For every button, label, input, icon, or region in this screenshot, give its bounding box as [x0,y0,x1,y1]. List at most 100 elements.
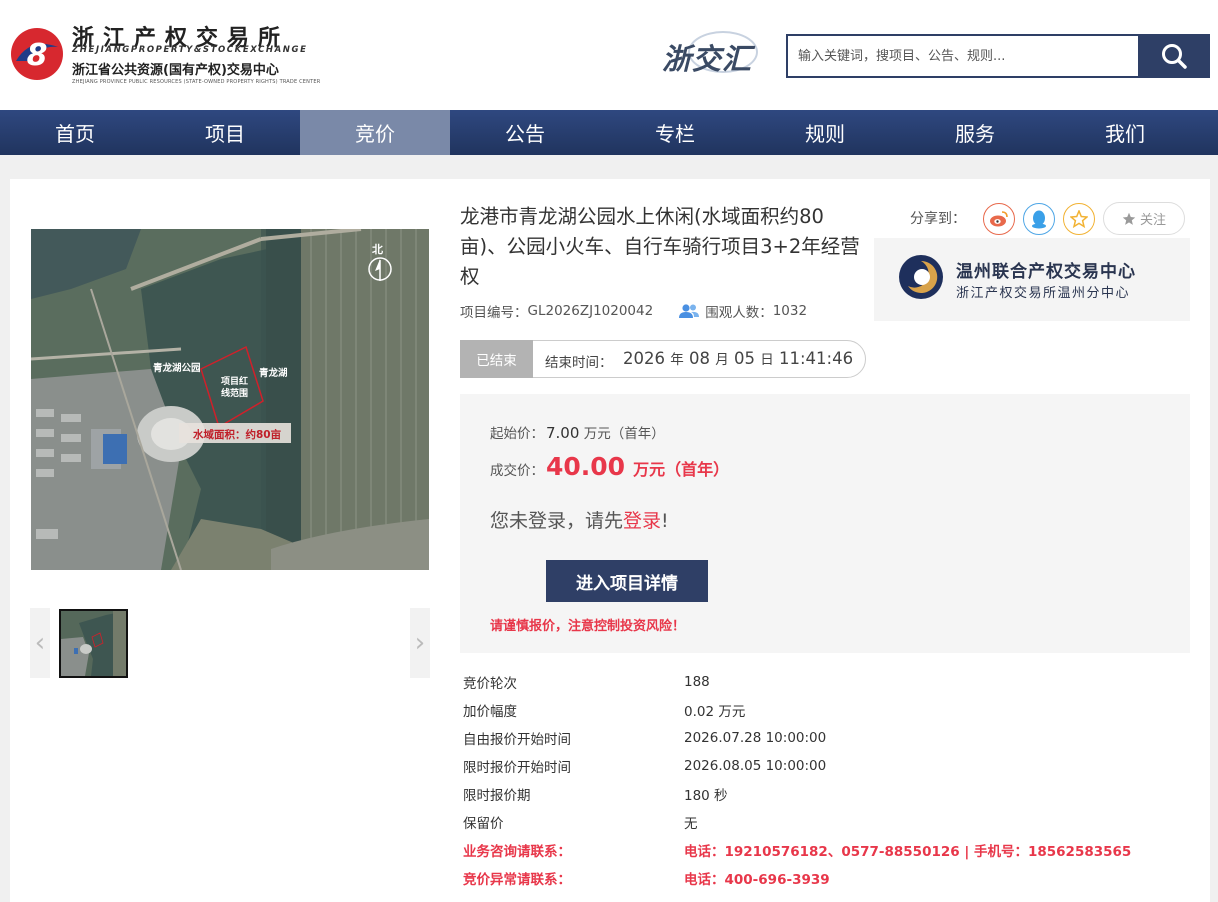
login-prompt: 您未登录，请先登录! [490,506,669,533]
info-key: 加价幅度 [463,704,517,720]
thumb-prev-button[interactable]: ‹ [30,608,50,678]
project-main-image[interactable]: 北 青龙湖公园 青龙湖 项目红 线范围 水域面积：约80亩 [31,229,429,570]
star-icon [1122,212,1136,225]
thumbnail-1[interactable] [59,609,128,678]
nav-bidding[interactable]: 竞价 [300,110,450,155]
views-label: 围观人数： [705,305,773,321]
start-price-label: 起始价： [490,426,544,442]
price-box: 起始价： 7.00 万元（首年） 成交价： 40.00 万元（首年） 您未登录，请… [460,394,1190,653]
thumb-next-button[interactable]: › [410,608,430,678]
follow-button[interactable]: 关注 [1103,202,1185,235]
info-row: 保留价 无 [463,808,1183,836]
logo-subtitle: 浙江省公共资源(国有产权)交易中心 [72,63,279,78]
project-code-label: 项目编号： [460,305,528,321]
main-nav: 首页 项目 竞价 公告 专栏 规则 服务 我们 [0,110,1218,155]
info-value: 2026.08.05 10:00:00 [684,758,827,774]
deal-price-value: 40.00 [546,452,626,481]
contact-phone-business[interactable]: 电话：19210576182、0577-88550126 | 手机号：18562… [684,840,1131,860]
start-price: 起始价： 7.00 万元（首年） [490,422,665,442]
brand-zjh[interactable]: 浙交汇 [662,36,752,78]
map-boundary-label-2: 线范围 [221,389,249,399]
thumbnail-strip: ‹ › [30,608,430,678]
org-name: 温州联合产权交易中心 [956,262,1136,282]
contact-row-support: 竞价异常请联系： 电话：400-696-3939 [463,864,1183,892]
info-key: 自由报价开始时间 [463,732,571,748]
share-qq-button[interactable] [1023,203,1055,235]
info-key: 竞价轮次 [463,676,517,692]
users-icon [679,304,700,318]
deal-price-unit: 万元（首年） [633,460,730,479]
qzone-star-icon [1070,210,1088,228]
organization-card[interactable]: 温州联合产权交易中心 浙江产权交易所温州分中心 [874,238,1190,321]
deal-price: 成交价： 40.00 万元（首年） [490,452,729,481]
info-value: 无 [684,816,698,832]
share-label: 分享到： [910,211,966,227]
nav-services[interactable]: 服务 [900,110,1050,155]
end-day-unit: 日 [760,352,774,368]
views-value: 1032 [772,303,808,319]
nav-columns[interactable]: 专栏 [600,110,750,155]
project-meta: 项目编号： GL2026ZJ1020042 围观人数： 1032 [460,301,807,321]
end-month-unit: 月 [715,352,729,368]
login-prompt-prefix: 您未登录，请先 [490,510,624,532]
org-logo-icon [899,255,943,299]
site-header: 8 浙江产权交易所 ZHEJIANGPROPERTY&STOCKEXCHANGE… [0,0,1218,110]
start-price-value: 7.00 [546,424,580,442]
project-title: 龙港市青龙湖公园水上休闲(水域面积约80亩)、公园小火车、自行车骑行项目3+2年… [460,205,860,288]
exchange-logo-icon[interactable]: 8 [10,27,64,81]
info-row: 加价幅度 0.02 万元 [463,696,1183,724]
info-value: 2026.07.28 10:00:00 [684,730,827,746]
info-row: 竞价轮次 188 [463,668,1183,696]
deal-price-label: 成交价： [490,463,544,479]
share-qzone-button[interactable] [1063,203,1095,235]
search-box [786,34,1140,78]
info-row: 限时报价开始时间 2026.08.05 10:00:00 [463,752,1183,780]
share-weibo-button[interactable] [983,203,1015,235]
map-north-label: 北 [372,243,383,256]
end-clock: 11:41:46 [779,349,854,368]
nav-rules[interactable]: 规则 [750,110,900,155]
end-year-unit: 年 [670,352,684,368]
contact-phone-support[interactable]: 电话：400-696-3939 [684,868,830,888]
search-input[interactable] [788,36,1140,76]
info-key: 限时报价开始时间 [463,760,571,776]
start-price-unit: 万元（首年） [583,426,665,442]
views-count: 围观人数： 1032 [679,301,807,321]
info-key: 保留价 [463,816,504,832]
nav-projects[interactable]: 项目 [150,110,300,155]
weibo-icon [990,211,1008,227]
svg-text:8: 8 [27,38,48,73]
info-key: 限时报价期 [463,788,531,804]
info-row: 限时报价期 180 秒 [463,780,1183,808]
info-value: 188 [684,674,710,690]
org-subtitle: 浙江产权交易所温州分中心 [956,286,1131,301]
chevron-left-icon: ‹ [34,628,46,658]
login-link[interactable]: 登录 [623,510,661,532]
nav-about[interactable]: 我们 [1050,110,1200,155]
status-badge: 已结束 [460,340,533,378]
login-prompt-suffix: ! [661,510,669,532]
end-time-value: 2026 年 08 月 05 日 11:41:46 [623,348,853,368]
logo-subtitle-english: ZHEJIANG PROVINCE PUBLIC RESOURCES (STAT… [72,79,321,85]
info-key: 竞价异常请联系： [463,872,571,888]
end-month: 08 [689,349,710,368]
nav-announcements[interactable]: 公告 [450,110,600,155]
end-time-label: 结束时间： [545,355,613,371]
search-icon [1162,44,1187,69]
enter-project-button[interactable]: 进入项目详情 [546,560,708,602]
end-year: 2026 [623,349,665,368]
map-lake-label: 青龙湖 [259,368,288,379]
info-value: 0.02 万元 [684,704,746,720]
nav-home[interactable]: 首页 [0,110,150,155]
info-row: 自由报价开始时间 2026.07.28 10:00:00 [463,724,1183,752]
map-area-label: 水域面积：约80亩 [193,429,282,441]
end-day: 05 [734,349,755,368]
contact-row-business: 业务咨询请联系： 电话：19210576182、0577-88550126 | … [463,836,1183,864]
logo-english: ZHEJIANGPROPERTY&STOCKEXCHANGE [72,45,308,55]
search-button[interactable] [1138,34,1210,78]
risk-warning: 请谨慎报价，注意控制投资风险！ [490,619,686,634]
map-park-label: 青龙湖公园 [153,363,201,374]
chevron-right-icon: › [414,628,426,658]
bidding-info-table: 竞价轮次 188 加价幅度 0.02 万元 自由报价开始时间 2026.07.2… [463,668,1183,892]
qq-penguin-icon [1032,210,1046,229]
